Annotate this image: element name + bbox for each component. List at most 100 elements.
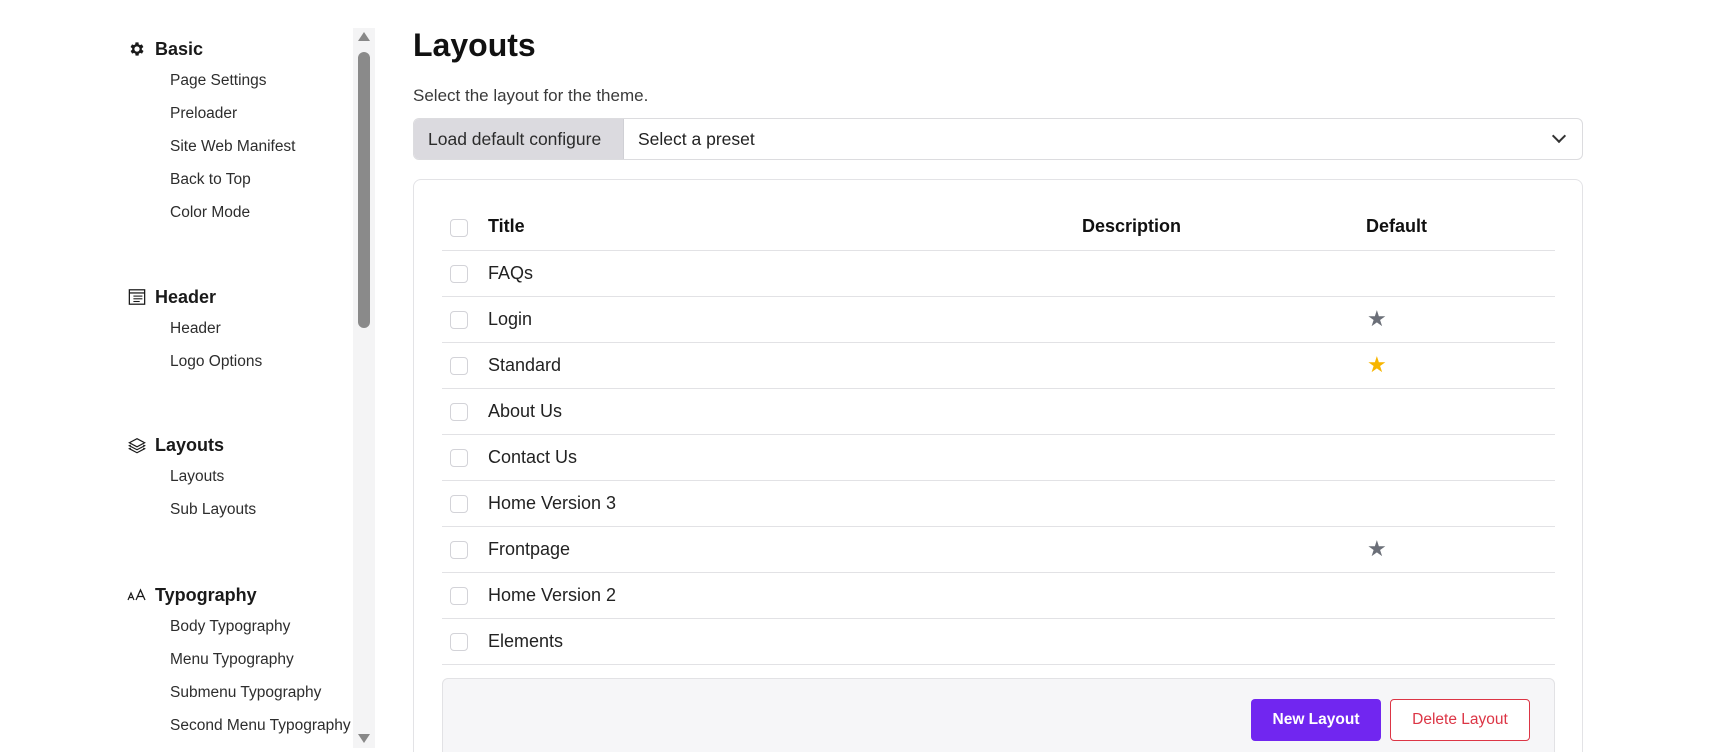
table-header-row: Title Description Default [442, 204, 1555, 251]
row-description [1082, 342, 1366, 389]
table-row[interactable]: About Us [442, 388, 1555, 435]
row-default [1366, 572, 1555, 619]
row-default: ★ [1366, 296, 1555, 343]
row-default [1366, 250, 1555, 297]
sidebar-item-submenu-typography[interactable]: Submenu Typography [127, 676, 351, 709]
sidebar-item-body-typography[interactable]: Body Typography [127, 610, 351, 643]
row-title[interactable]: Standard [488, 342, 1082, 389]
row-title[interactable]: About Us [488, 388, 1082, 435]
row-default: ★ [1366, 342, 1555, 389]
row-title[interactable]: Home Version 2 [488, 572, 1082, 619]
sidebar-section-typography: Typography Body Typography Menu Typograp… [127, 580, 351, 742]
row-description [1082, 250, 1366, 297]
table-row[interactable]: FAQs [442, 250, 1555, 297]
sidebar-item-sub-layouts[interactable]: Sub Layouts [127, 493, 256, 526]
sidebar-section-header-group: Header Header Logo Options [127, 282, 262, 378]
main-content: Layouts Select the layout for the theme.… [413, 24, 1583, 752]
sidebar-item-color-mode[interactable]: Color Mode [127, 196, 296, 229]
settings-sidebar: Basic Page Settings Preloader Site Web M… [127, 22, 367, 742]
scroll-down-arrow-icon[interactable] [358, 734, 370, 743]
row-default: ★ [1366, 526, 1555, 573]
preset-label: Load default configure [414, 119, 624, 159]
table-row[interactable]: Home Version 3 [442, 480, 1555, 527]
scroll-up-arrow-icon[interactable] [358, 32, 370, 41]
header-icon [127, 287, 147, 307]
column-header-title[interactable]: Title [488, 204, 1082, 251]
delete-layout-button[interactable]: Delete Layout [1390, 699, 1530, 741]
sidebar-section-title: Layouts [155, 434, 225, 455]
row-checkbox[interactable] [450, 494, 468, 513]
table-actions-footer: New Layout Delete Layout [442, 678, 1555, 752]
row-description [1082, 572, 1366, 619]
sidebar-item-logo-options[interactable]: Logo Options [127, 345, 262, 378]
scroll-thumb[interactable] [358, 52, 370, 328]
row-checkbox[interactable] [450, 540, 468, 559]
row-title[interactable]: FAQs [488, 250, 1082, 297]
preset-select[interactable]: Select a preset [624, 119, 1582, 159]
row-title[interactable]: Home Version 3 [488, 480, 1082, 527]
page-title: Layouts [413, 27, 536, 63]
table-row[interactable]: Contact Us [442, 434, 1555, 481]
table-row[interactable]: Login ★ [442, 296, 1555, 343]
row-checkbox[interactable] [450, 402, 468, 421]
row-checkbox[interactable] [450, 356, 468, 375]
row-default [1366, 480, 1555, 527]
sidebar-item-site-web-manifest[interactable]: Site Web Manifest [127, 130, 296, 163]
row-description [1082, 296, 1366, 343]
sidebar-item-back-to-top[interactable]: Back to Top [127, 163, 296, 196]
gear-icon [127, 39, 147, 59]
row-description [1082, 388, 1366, 435]
select-all-checkbox[interactable] [450, 218, 468, 237]
new-layout-button[interactable]: New Layout [1251, 699, 1381, 741]
sidebar-item-page-settings[interactable]: Page Settings [127, 64, 296, 97]
sidebar-section-title: Header [155, 286, 217, 307]
page-description: Select the layout for the theme. [413, 86, 649, 105]
row-title[interactable]: Login [488, 296, 1082, 343]
row-checkbox[interactable] [450, 264, 468, 283]
sidebar-scrollbar[interactable] [353, 28, 375, 748]
chevron-down-icon [1551, 128, 1567, 144]
row-description [1082, 434, 1366, 481]
row-title[interactable]: Contact Us [488, 434, 1082, 481]
sidebar-item-header[interactable]: Header [127, 312, 262, 345]
default-star-icon[interactable]: ★ [1366, 306, 1387, 331]
row-title[interactable]: Frontpage [488, 526, 1082, 573]
row-description [1082, 618, 1366, 665]
sidebar-item-preloader[interactable]: Preloader [127, 97, 296, 130]
sidebar-section-basic: Basic Page Settings Preloader Site Web M… [127, 34, 296, 229]
row-checkbox[interactable] [450, 586, 468, 605]
column-header-description[interactable]: Description [1082, 204, 1366, 251]
sidebar-section-header[interactable]: Basic [127, 34, 296, 64]
layouts-card: Title Description Default FAQs Login ★ Stan… [413, 179, 1583, 752]
row-description [1082, 526, 1366, 573]
row-checkbox[interactable] [450, 632, 468, 651]
sidebar-section-header[interactable]: Typography [127, 580, 351, 610]
row-default [1366, 434, 1555, 481]
row-title[interactable]: Elements [488, 618, 1082, 665]
row-default [1366, 388, 1555, 435]
sidebar-section-header[interactable]: Header [127, 282, 262, 312]
typography-icon [127, 585, 147, 605]
table-row[interactable]: Standard ★ [442, 342, 1555, 389]
sidebar-section-title: Basic [155, 38, 204, 59]
default-star-icon[interactable]: ★ [1366, 536, 1387, 561]
layouts-table: Title Description Default FAQs Login ★ Stan… [442, 204, 1555, 665]
table-row[interactable]: Elements [442, 618, 1555, 665]
sidebar-section-header[interactable]: Layouts [127, 430, 256, 460]
sidebar-section-layouts: Layouts Layouts Sub Layouts [127, 430, 256, 526]
row-checkbox[interactable] [450, 310, 468, 329]
layers-icon [127, 435, 147, 455]
sidebar-item-layouts[interactable]: Layouts [127, 460, 256, 493]
sidebar-item-menu-typography[interactable]: Menu Typography [127, 643, 351, 676]
row-default [1366, 618, 1555, 665]
table-row[interactable]: Frontpage ★ [442, 526, 1555, 573]
table-row[interactable]: Home Version 2 [442, 572, 1555, 619]
preset-select-value: Select a preset [638, 128, 755, 149]
sidebar-section-title: Typography [155, 584, 257, 605]
preset-selector: Load default configure Select a preset [413, 118, 1583, 160]
row-checkbox[interactable] [450, 448, 468, 467]
default-star-icon[interactable]: ★ [1366, 352, 1387, 377]
column-header-default[interactable]: Default [1366, 204, 1555, 251]
sidebar-item-second-menu-typography[interactable]: Second Menu Typography [127, 709, 351, 742]
row-description [1082, 480, 1366, 527]
